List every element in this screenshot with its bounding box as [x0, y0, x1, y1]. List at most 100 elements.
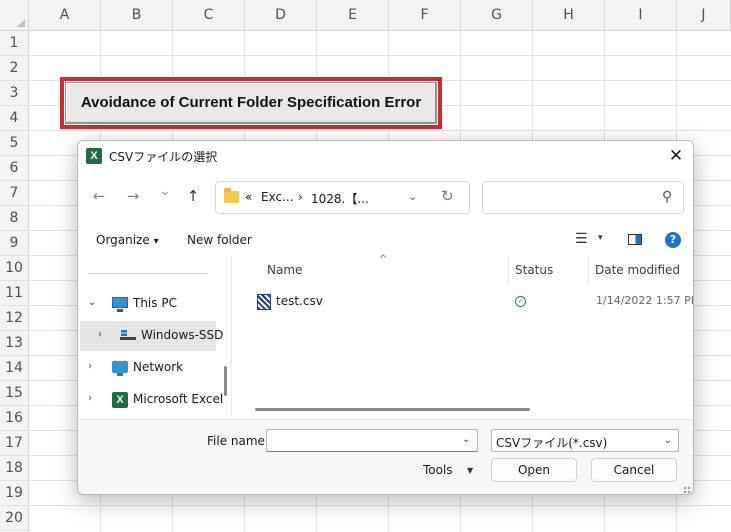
divider	[88, 273, 208, 274]
row-header-9[interactable]: 9	[0, 231, 29, 256]
row-header-3[interactable]: 3	[0, 81, 29, 106]
excel-icon: X	[86, 148, 102, 164]
row-header-15[interactable]: 15	[0, 381, 29, 406]
nav-item-windows-ssd[interactable]: › Windows-SSD	[80, 321, 223, 351]
row-header-18[interactable]: 18	[0, 456, 29, 481]
gridline	[29, 505, 731, 506]
chevron-down-icon[interactable]: ⌄	[88, 297, 96, 308]
help-icon[interactable]: ?	[665, 232, 681, 248]
search-input[interactable]: ⚲	[482, 181, 684, 214]
breadcrumb-segment-folder[interactable]: 1028.【...	[311, 190, 369, 207]
file-name-input[interactable]	[266, 429, 478, 452]
column-header-h[interactable]: H	[533, 0, 605, 31]
pc-icon	[112, 297, 128, 312]
row-header-7[interactable]: 7	[0, 181, 29, 206]
gridline	[29, 55, 731, 56]
back-button[interactable]: ←	[88, 185, 110, 207]
nav-item-label: Microsoft Excel	[133, 392, 224, 406]
row-header-19[interactable]: 19	[0, 481, 29, 506]
refresh-icon[interactable]: ↻	[441, 187, 454, 205]
horizontal-scrollbar[interactable]	[255, 408, 530, 411]
pane-divider[interactable]	[231, 256, 232, 416]
chevron-right-icon[interactable]: ›	[88, 393, 92, 404]
column-header-g[interactable]: G	[461, 0, 533, 31]
file-row[interactable]: test.csv ✓ 1/14/2022 1:57 PM	[233, 286, 693, 316]
gridline	[29, 130, 731, 131]
open-button[interactable]: Open	[491, 458, 577, 482]
organize-button[interactable]: Organize ▾	[96, 233, 159, 247]
preview-pane-icon[interactable]	[628, 234, 642, 245]
column-header-i[interactable]: I	[605, 0, 677, 31]
chevron-down-icon: ⌄	[663, 435, 672, 446]
row-header-5[interactable]: 5	[0, 131, 29, 156]
column-header-c[interactable]: C	[173, 0, 245, 31]
column-header-date-modified[interactable]: Date modified	[595, 263, 680, 277]
column-separator[interactable]	[508, 256, 509, 284]
excel-icon: X	[112, 392, 128, 408]
organize-label: Organize	[96, 233, 150, 247]
dialog-titlebar[interactable]: X CSVファイルの選択 ✕	[78, 141, 693, 171]
row-header-20[interactable]: 20	[0, 506, 29, 531]
new-folder-button[interactable]: New folder	[187, 233, 252, 247]
file-type-value: CSVファイル(*.csv)	[496, 436, 608, 450]
avoid-folder-error-button[interactable]: Avoidance of Current Folder Specificatio…	[65, 82, 437, 124]
chevron-right-icon[interactable]: ›	[98, 329, 102, 340]
column-separator[interactable]	[588, 256, 589, 284]
chevron-down-icon[interactable]: ▾	[598, 233, 603, 243]
row-header-14[interactable]: 14	[0, 356, 29, 381]
breadcrumb-overflow[interactable]: «	[245, 190, 252, 204]
csv-file-dialog: X CSVファイルの選択 ✕ ← → ⌄ ↑ « Exc... › 1028.【…	[77, 140, 694, 495]
csv-file-icon	[257, 294, 271, 310]
column-header-d[interactable]: D	[245, 0, 317, 31]
column-header-a[interactable]: A	[29, 0, 101, 31]
file-list[interactable]: ^ Name Status Date modified test.csv ✓ 1…	[233, 254, 693, 416]
row-header-16[interactable]: 16	[0, 406, 29, 431]
up-button[interactable]: ↑	[182, 185, 204, 207]
row-header-2[interactable]: 2	[0, 56, 29, 81]
chevron-down-icon: ▾	[153, 236, 159, 247]
row-header-1[interactable]: 1	[0, 31, 29, 56]
row-header-8[interactable]: 8	[0, 206, 29, 231]
row-header-6[interactable]: 6	[0, 156, 29, 181]
row-header-4[interactable]: 4	[0, 106, 29, 131]
chevron-down-icon[interactable]: ▼	[467, 466, 473, 475]
resize-grip[interactable]	[683, 486, 691, 494]
nav-item-microsoft-excel[interactable]: › X Microsoft Excel	[80, 385, 223, 415]
view-options-icon[interactable]: ☰	[575, 231, 588, 247]
select-all-corner[interactable]	[0, 0, 29, 31]
nav-item-label: This PC	[133, 296, 177, 310]
forward-button[interactable]: →	[122, 185, 144, 207]
cancel-button[interactable]: Cancel	[591, 458, 677, 482]
breadcrumb-segment-excel[interactable]: Exc...	[261, 190, 294, 204]
tools-button[interactable]: Tools	[423, 463, 453, 477]
column-header-f[interactable]: F	[389, 0, 461, 31]
file-type-select[interactable]: CSVファイル(*.csv) ⌄	[491, 429, 679, 452]
nav-item-network[interactable]: › Network	[80, 353, 216, 383]
column-header-status[interactable]: Status	[515, 263, 553, 277]
chevron-down-icon[interactable]: ⌄	[462, 434, 470, 445]
address-bar[interactable]: « Exc... › 1028.【... ⌄ ↻	[215, 181, 470, 214]
row-header-17[interactable]: 17	[0, 431, 29, 456]
chevron-right-icon[interactable]: ›	[88, 361, 92, 372]
navigation-pane[interactable]: ⌄ This PC › Windows-SSD › Network › X Mi…	[78, 256, 231, 416]
search-icon: ⚲	[661, 189, 672, 205]
column-header-e[interactable]: E	[317, 0, 389, 31]
breadcrumb-separator: ›	[298, 190, 303, 204]
file-date-modified: 1/14/2022 1:57 PM	[596, 294, 694, 307]
row-header-13[interactable]: 13	[0, 331, 29, 356]
nav-pane-scrollbar[interactable]	[224, 366, 227, 396]
close-button[interactable]: ✕	[659, 141, 693, 171]
nav-item-label: Network	[133, 360, 184, 374]
column-header-name[interactable]: Name	[267, 263, 302, 277]
row-header-10[interactable]: 10	[0, 256, 29, 281]
recent-locations-button[interactable]: ⌄	[154, 181, 176, 203]
column-header-b[interactable]: B	[101, 0, 173, 31]
row-header-11[interactable]: 11	[0, 281, 29, 306]
nav-item-this-pc[interactable]: ⌄ This PC	[80, 289, 216, 319]
row-header-12[interactable]: 12	[0, 306, 29, 331]
dialog-title: CSVファイルの選択	[109, 150, 218, 164]
file-name-label: File name:	[207, 434, 269, 448]
column-header-j[interactable]: J	[677, 0, 731, 31]
address-dropdown-icon[interactable]: ⌄	[408, 190, 417, 203]
drive-icon	[120, 330, 136, 340]
